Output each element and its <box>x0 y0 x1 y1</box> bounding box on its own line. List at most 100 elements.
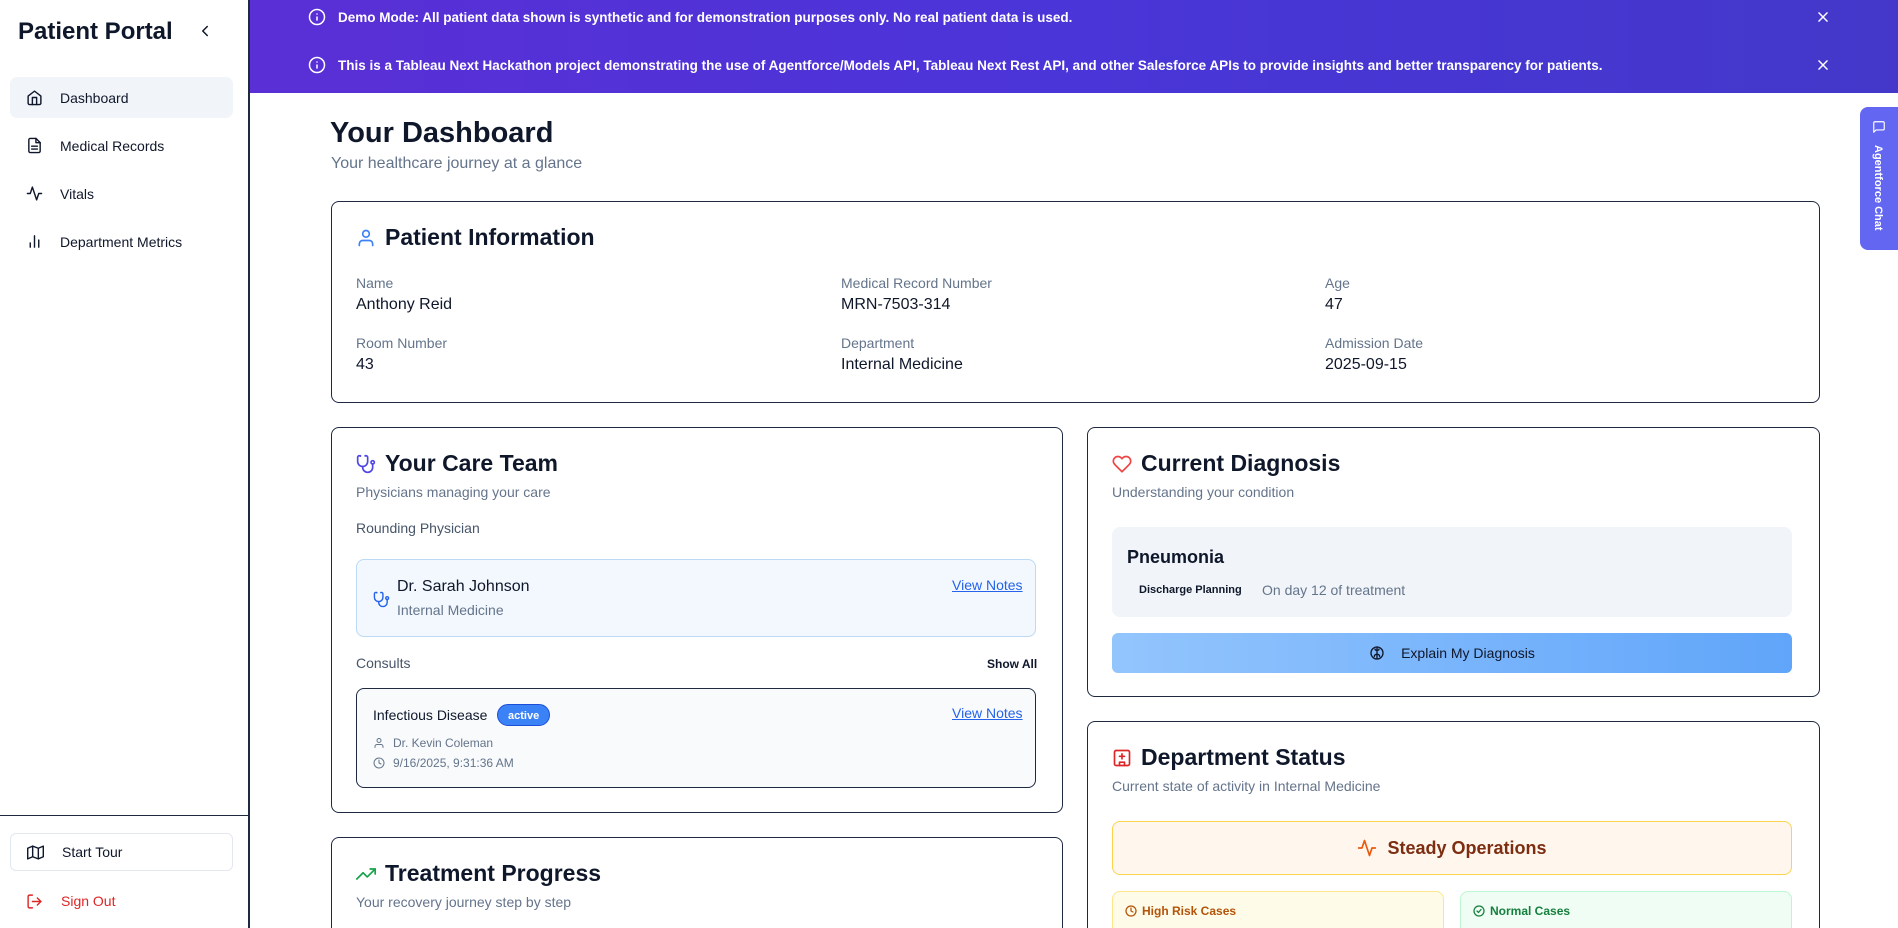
card-title: Your Care Team <box>356 450 558 477</box>
physician-name: Dr. Sarah Johnson <box>397 578 530 595</box>
current-diagnosis-card: Current Diagnosis Understanding your con… <box>1087 427 1820 697</box>
mrn-label: Medical Record Number <box>841 275 992 291</box>
diagnosis-stage-badge: Discharge Planning <box>1127 580 1254 600</box>
demo-mode-notice: Demo Mode: All patient data shown is syn… <box>308 6 1072 28</box>
consult-doctor: Dr. Kevin Coleman <box>373 736 493 750</box>
sign-out-button[interactable]: Sign Out <box>10 882 233 920</box>
department-value: Internal Medicine <box>841 356 963 373</box>
main-content: Your Dashboard Your healthcare journey a… <box>250 93 1898 928</box>
patient-information-title: Patient Information <box>385 224 595 250</box>
sidebar-item-department-metrics[interactable]: Department Metrics <box>10 221 233 262</box>
mrn-value: MRN-7503-314 <box>841 296 951 313</box>
patient-information-card: Patient Information Name Anthony Reid Me… <box>331 201 1820 403</box>
log-out-icon <box>27 893 42 909</box>
card-title: Department Status <box>1112 744 1345 771</box>
sidebar-item-label: Vitals <box>60 185 94 202</box>
department-status-subtitle: Current state of activity in Internal Me… <box>1112 778 1381 794</box>
normal-cases-card: Normal Cases <box>1460 891 1792 928</box>
show-all-button[interactable]: Show All <box>987 657 1037 671</box>
card-title: Treatment Progress <box>356 860 601 887</box>
stethoscope-icon <box>373 591 390 608</box>
map-icon <box>27 844 44 860</box>
bar-chart-icon <box>29 235 40 248</box>
status-badge: active <box>497 704 551 726</box>
sidebar-item-label: Medical Records <box>60 137 165 154</box>
demo-mode-text: All patient data shown is synthetic and … <box>419 9 1073 25</box>
consult-timestamp: 9/16/2025, 9:31:36 AM <box>393 756 514 770</box>
rounding-physician-card: Dr. Sarah Johnson Internal Medicine View… <box>356 559 1036 637</box>
room-label: Room Number <box>356 335 448 351</box>
chat-icon <box>1873 121 1885 133</box>
close-icon <box>1818 12 1828 22</box>
home-icon <box>27 90 42 106</box>
high-risk-cases-card: High Risk Cases <box>1112 891 1444 928</box>
consult-specialty: Infectious Disease <box>373 707 488 723</box>
page-title: Your Dashboard <box>330 117 554 149</box>
sidebar-nav: Dashboard Medical Records Vitals Departm… <box>10 77 233 269</box>
agentforce-chat-label: Agentforce Chat <box>1872 145 1884 231</box>
department-status-card: Department Status Current state of activ… <box>1087 721 1820 928</box>
page-subtitle: Your healthcare journey at a glance <box>331 155 583 172</box>
sidebar-item-label: Dashboard <box>60 89 129 106</box>
info-banner: Demo Mode: All patient data shown is syn… <box>250 0 1898 93</box>
name-label: Name <box>356 275 394 291</box>
start-tour-button[interactable]: Start Tour <box>10 833 233 871</box>
hospital-icon <box>1113 749 1131 766</box>
stethoscope-icon <box>356 454 376 473</box>
department-status-indicator: Steady Operations <box>1112 821 1792 875</box>
clock-icon <box>1125 905 1137 917</box>
info-icon <box>308 8 326 26</box>
diagnosis-subtitle: Understanding your condition <box>1112 484 1295 500</box>
collapse-sidebar-button[interactable] <box>196 22 214 40</box>
chevron-left-icon <box>202 25 208 37</box>
age-value: 47 <box>1325 296 1343 313</box>
diagnosis-name: Pneumonia <box>1127 547 1225 567</box>
close-demo-notice-button[interactable] <box>1816 10 1830 24</box>
activity-icon <box>1358 839 1377 857</box>
agentforce-chat-button[interactable]: Agentforce Chat <box>1860 107 1898 250</box>
current-diagnosis-title: Current Diagnosis <box>1141 450 1341 476</box>
room-value: 43 <box>356 356 374 373</box>
admission-date-value: 2025-09-15 <box>1325 356 1407 373</box>
app-root: Patient Portal Dashboard Medical Records… <box>0 0 1898 928</box>
sidebar-item-vitals[interactable]: Vitals <box>10 173 233 214</box>
treatment-day-text: On day 12 of treatment <box>1262 582 1406 598</box>
care-team-subtitle: Physicians managing your care <box>356 484 551 500</box>
sidebar-footer: Start Tour Sign Out <box>0 815 248 928</box>
view-notes-link[interactable]: View Notes <box>952 705 1023 721</box>
view-notes-link[interactable]: View Notes <box>952 577 1023 593</box>
sidebar-item-label: Department Metrics <box>60 233 183 250</box>
consults-label: Consults <box>356 655 411 671</box>
care-team-title: Your Care Team <box>385 450 558 476</box>
patient-name: Anthony Reid <box>356 296 453 313</box>
hackathon-text: This is a Tableau Next Hackathon project… <box>338 57 1603 73</box>
card-title: Patient Information <box>356 224 595 251</box>
trending-up-icon <box>356 867 376 880</box>
consult-card: Infectious Disease active View Notes Dr.… <box>356 688 1036 788</box>
heart-icon <box>1112 455 1132 473</box>
hackathon-notice: This is a Tableau Next Hackathon project… <box>308 54 1603 76</box>
user-icon <box>358 229 374 246</box>
consult-time: 9/16/2025, 9:31:36 AM <box>373 756 514 770</box>
close-hackathon-notice-button[interactable] <box>1816 58 1830 72</box>
close-icon <box>1818 60 1828 70</box>
app-title: Patient Portal <box>18 18 173 45</box>
treatment-progress-subtitle: Your recovery journey step by step <box>356 894 572 910</box>
brain-icon <box>1370 646 1384 660</box>
info-icon <box>308 56 326 74</box>
check-circle-icon <box>1473 905 1485 917</box>
start-tour-label: Start Tour <box>62 844 123 860</box>
demo-mode-label: Demo Mode: <box>338 9 419 25</box>
admission-date-label: Admission Date <box>1325 335 1424 351</box>
sign-out-label: Sign Out <box>61 893 116 909</box>
sidebar-item-dashboard[interactable]: Dashboard <box>10 77 233 118</box>
explain-diagnosis-label: Explain My Diagnosis <box>1401 645 1535 661</box>
sidebar-item-medical-records[interactable]: Medical Records <box>10 125 233 166</box>
rounding-physician-label: Rounding Physician <box>356 520 480 536</box>
activity-icon <box>26 186 43 201</box>
clock-icon <box>373 757 385 769</box>
diagnosis-summary: Pneumonia Discharge Planning On day 12 o… <box>1112 527 1792 617</box>
explain-diagnosis-button[interactable]: Explain My Diagnosis <box>1112 633 1792 673</box>
department-status-title: Department Status <box>1141 744 1346 770</box>
treatment-progress-card: Treatment Progress Your recovery journey… <box>331 837 1063 928</box>
